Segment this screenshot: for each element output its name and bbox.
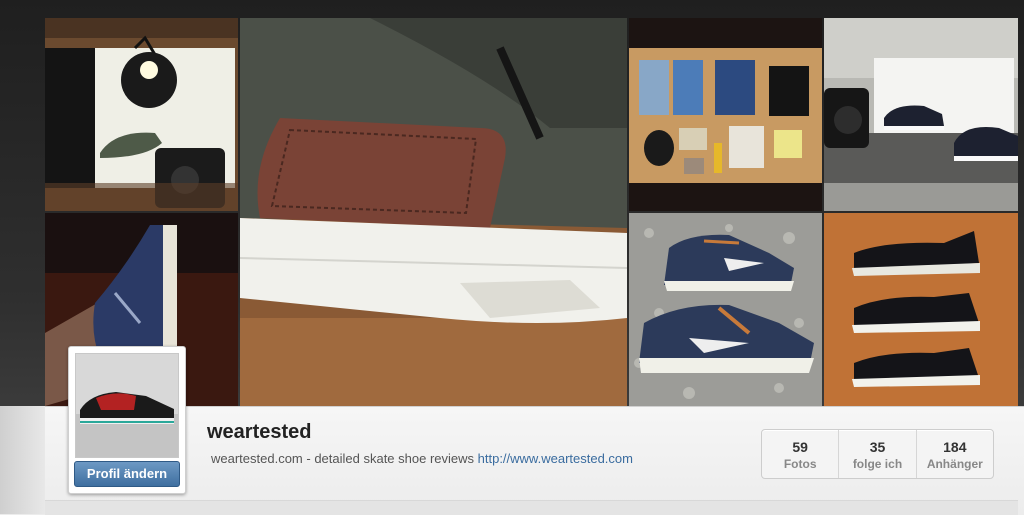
bio-link[interactable]: http://www.weartested.com — [478, 451, 633, 466]
stat-followers-count: 184 — [943, 439, 967, 455]
stat-following-label: folge ich — [852, 457, 903, 471]
avatar-card: Profil ändern — [68, 346, 186, 494]
profile-bottom-strip — [45, 500, 1018, 515]
profile-bio: weartested.com - detailed skate shoe rev… — [211, 451, 633, 466]
stat-followers-label: Anhänger — [926, 457, 983, 471]
grid-photo-shoes-table[interactable] — [824, 18, 1018, 211]
grid-photo-suede-shoe[interactable] — [240, 18, 627, 406]
stat-photos[interactable]: 59 Fotos — [762, 430, 838, 478]
grid-photo-adidas-shoes[interactable] — [824, 213, 1018, 406]
grid-photo-flatlay[interactable] — [629, 18, 822, 211]
stat-photos-count: 59 — [792, 439, 808, 455]
stat-following-count: 35 — [869, 439, 886, 455]
stat-following[interactable]: 35 folge ich — [838, 430, 915, 478]
bio-text: weartested.com - detailed skate shoe rev… — [211, 451, 475, 466]
stat-followers[interactable]: 184 Anhänger — [915, 430, 993, 478]
cover-photo-grid — [45, 18, 1018, 406]
grid-photo-studio-lamp[interactable] — [45, 18, 238, 211]
edit-profile-button[interactable]: Profil ändern — [74, 461, 180, 487]
profile-stats: 59 Fotos 35 folge ich 184 Anhänger — [761, 429, 994, 479]
grid-photo-nike-gravel[interactable] — [629, 213, 822, 406]
avatar[interactable] — [75, 353, 179, 458]
stat-photos-label: Fotos — [783, 457, 817, 471]
profile-username: weartested — [207, 421, 312, 443]
profile-bar-edge — [0, 406, 45, 514]
